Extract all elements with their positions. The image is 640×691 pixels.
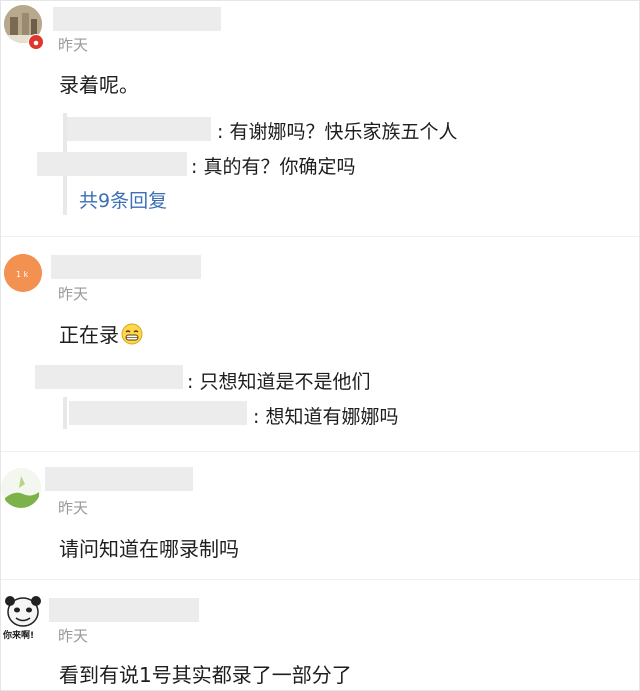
timestamp: 昨天: [58, 499, 89, 517]
username-redacted[interactable]: [51, 255, 201, 279]
divider: [1, 579, 639, 580]
timestamp: 昨天: [58, 36, 89, 54]
verified-badge-icon: [28, 34, 44, 50]
reply-indent-bar: [63, 397, 67, 429]
timestamp: 昨天: [58, 627, 89, 645]
comment-text-body: 正在录: [59, 323, 119, 347]
username-redacted[interactable]: [49, 598, 199, 622]
reply-text: : 有谢娜吗？快乐家族五个人: [217, 121, 458, 143]
username-redacted[interactable]: [45, 467, 193, 491]
avatar[interactable]: 1 k: [4, 254, 42, 292]
username-redacted[interactable]: [53, 7, 221, 31]
avatar[interactable]: [1, 468, 41, 508]
grin-emoji-icon: [121, 323, 143, 350]
svg-text:1 k: 1 k: [16, 270, 29, 279]
comment-text: 录着呢。: [59, 73, 139, 97]
comment-list: 昨天 录着呢。 : 有谢娜吗？快乐家族五个人 : 真的有？你确定吗 共9条回复 …: [0, 0, 640, 691]
reply-text: : 真的有？你确定吗: [191, 156, 356, 178]
reply-text: : 想知道有娜娜吗: [253, 406, 399, 428]
reply-username-redacted[interactable]: [67, 117, 211, 141]
reply-username-redacted[interactable]: [35, 365, 183, 389]
avatar[interactable]: 你来啊!: [1, 595, 45, 641]
reply-text: : 只想知道是不是他们: [187, 371, 371, 393]
view-more-replies-link[interactable]: 共9条回复: [79, 186, 167, 213]
comment-text: 正在录: [59, 319, 143, 350]
avatar-caption: 你来啊!: [3, 631, 35, 641]
reply-username-redacted[interactable]: [69, 401, 247, 425]
divider: [1, 451, 639, 452]
comment-text: 看到有说1号其实都录了一部分了: [59, 663, 352, 687]
timestamp: 昨天: [58, 285, 89, 303]
divider: [1, 236, 639, 237]
comment-text: 请问知道在哪录制吗: [59, 537, 239, 561]
reply-username-redacted[interactable]: [37, 152, 187, 176]
